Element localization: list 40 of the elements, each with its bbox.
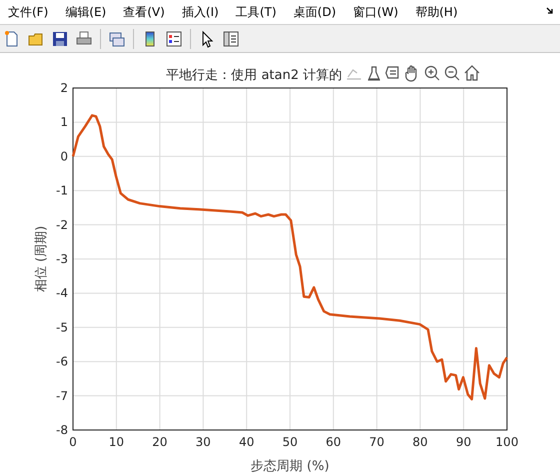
x-tick-label: 60 bbox=[326, 435, 342, 449]
home-icon[interactable] bbox=[464, 65, 480, 81]
chart-title: 平地行走：使用 atan2 计算的 bbox=[166, 68, 342, 83]
legend-icon[interactable] bbox=[164, 28, 184, 48]
x-tick-label: 50 bbox=[282, 435, 298, 449]
pan-hand-icon[interactable] bbox=[405, 65, 417, 82]
y-tick-label: -8 bbox=[56, 423, 68, 437]
x-tick-label: 80 bbox=[412, 435, 428, 449]
x-tick-label: 70 bbox=[369, 435, 384, 449]
x-tick-label: 30 bbox=[196, 435, 211, 449]
menu-item[interactable]: 桌面(D) bbox=[289, 2, 344, 22]
menu-item[interactable]: 编辑(E) bbox=[61, 2, 114, 22]
undock-arrow-icon[interactable] bbox=[546, 7, 554, 15]
menu-item[interactable]: 查看(V) bbox=[119, 2, 173, 22]
y-tick-label: -1 bbox=[56, 184, 68, 198]
zoom-out-icon[interactable] bbox=[444, 66, 460, 81]
x-tick-label: 10 bbox=[108, 435, 124, 449]
menu-item[interactable]: 插入(I) bbox=[178, 2, 227, 22]
zoom-in-icon[interactable] bbox=[424, 66, 440, 81]
x-tick-label: 100 bbox=[496, 435, 518, 449]
y-tick-label: -7 bbox=[56, 388, 68, 403]
y-tick-label: 2 bbox=[60, 81, 68, 95]
y-tick-label: -5 bbox=[56, 320, 68, 334]
y-tick-label: -4 bbox=[56, 286, 68, 300]
y-tick-label: 0 bbox=[60, 149, 68, 164]
menu-item[interactable]: 帮助(H) bbox=[411, 2, 466, 22]
menu-item[interactable]: 文件(F) bbox=[4, 2, 56, 22]
y-tick-label: -6 bbox=[56, 354, 68, 369]
y-axis-label: 相位 (周期) bbox=[34, 226, 49, 292]
x-tick-label: 90 bbox=[456, 435, 472, 449]
x-tick-label: 40 bbox=[238, 435, 254, 449]
x-axis-label: 步态周期 (%) bbox=[250, 459, 330, 474]
y-tick-label: -2 bbox=[56, 218, 68, 232]
menu-item[interactable]: 工具(T) bbox=[232, 2, 284, 22]
menu-item[interactable]: 窗口(W) bbox=[349, 2, 406, 22]
y-tick-label: 1 bbox=[60, 115, 68, 130]
x-tick-label: 0 bbox=[69, 435, 77, 449]
x-tick-label: 20 bbox=[152, 435, 168, 449]
y-tick-label: -3 bbox=[56, 252, 68, 266]
data-tip-icon[interactable] bbox=[385, 66, 399, 79]
